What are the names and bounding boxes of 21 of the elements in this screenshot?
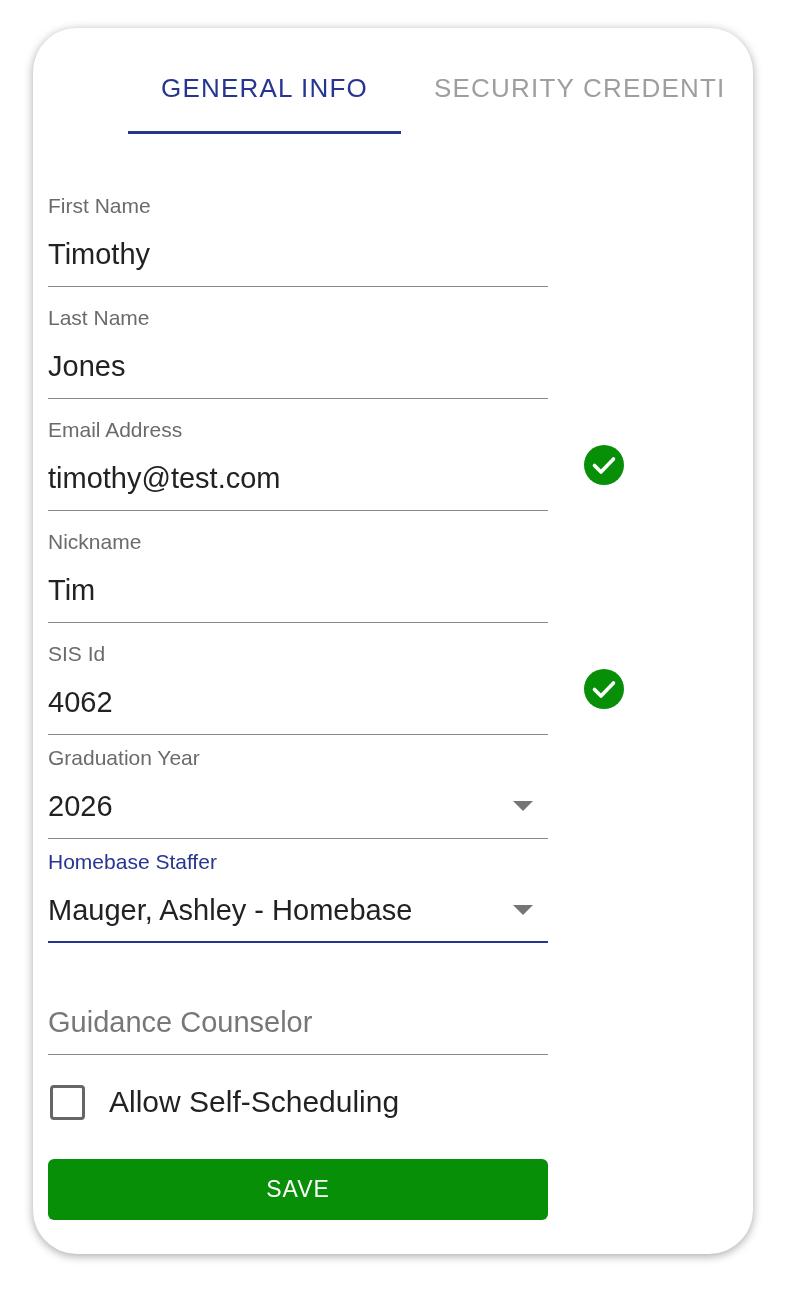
save-button[interactable]: SAVE: [48, 1159, 548, 1220]
field-label: Nickname: [48, 530, 143, 554]
field-label: Last Name: [48, 306, 151, 330]
text-field[interactable]: Guidance Counselor: [48, 986, 548, 1055]
field-label: First Name: [48, 194, 152, 218]
select-field[interactable]: Mauger, Ashley - Homebase: [48, 874, 548, 943]
text-field[interactable]: Timothy: [48, 218, 548, 287]
field-label: Email Address: [48, 418, 184, 442]
text-field[interactable]: timothy@test.com: [48, 442, 548, 511]
field-label: Graduation Year: [48, 746, 201, 770]
field-label: Homebase Staffer: [48, 850, 218, 874]
caret-icon: [513, 801, 533, 811]
checkbox-label: Allow Self-Scheduling: [109, 1084, 400, 1120]
select-field[interactable]: 2026: [48, 770, 548, 839]
checkbox[interactable]: [50, 1084, 85, 1120]
text-field[interactable]: Jones: [48, 330, 548, 399]
caret-icon: [513, 905, 533, 915]
field-label: SIS Id: [48, 642, 107, 666]
tab[interactable]: GENERAL INFO: [128, 42, 402, 134]
text-field[interactable]: 4062: [48, 666, 548, 735]
text-field[interactable]: Tim: [48, 554, 548, 623]
